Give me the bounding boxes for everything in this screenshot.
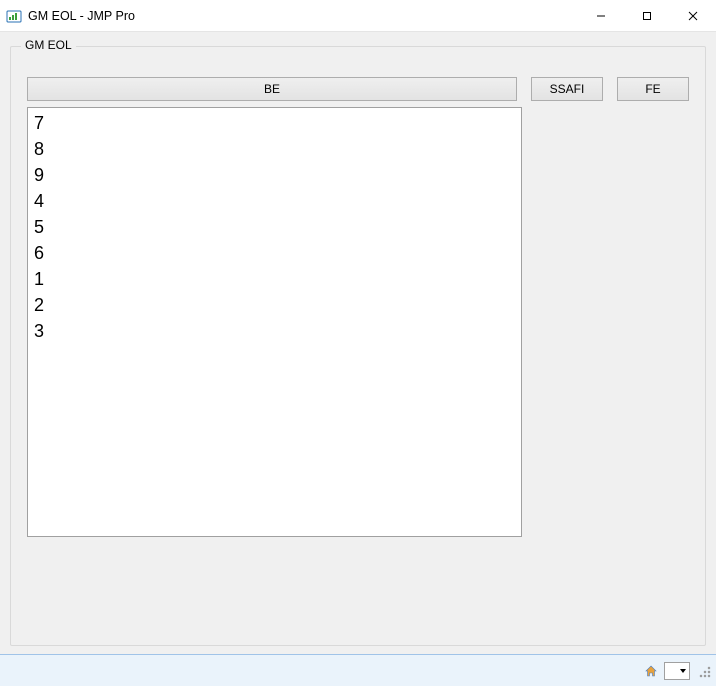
status-bar [0, 654, 716, 686]
list-item[interactable]: 5 [32, 214, 517, 240]
value-listbox[interactable]: 789456123 [27, 107, 522, 537]
list-item[interactable]: 8 [32, 136, 517, 162]
list-item[interactable]: 1 [32, 266, 517, 292]
home-icon[interactable] [642, 662, 660, 680]
client-area: GM EOL BE SSAFI FE 789456123 [0, 32, 716, 654]
minimize-button[interactable] [578, 0, 624, 31]
jmp-app-icon [6, 8, 22, 24]
title-bar: GM EOL - JMP Pro [0, 0, 716, 32]
list-item[interactable]: 6 [32, 240, 517, 266]
status-dropdown[interactable] [664, 662, 690, 680]
fe-button-label: FE [645, 82, 660, 96]
fe-button[interactable]: FE [617, 77, 689, 101]
list-item[interactable]: 4 [32, 188, 517, 214]
gm-eol-groupbox: GM EOL BE SSAFI FE 789456123 [10, 46, 706, 646]
list-item[interactable]: 3 [32, 318, 517, 344]
tab-button-row: BE SSAFI FE [27, 77, 689, 101]
window-title: GM EOL - JMP Pro [28, 9, 135, 23]
ssafi-button[interactable]: SSAFI [531, 77, 603, 101]
maximize-button[interactable] [624, 0, 670, 31]
ssafi-button-label: SSAFI [550, 82, 585, 96]
resize-grip[interactable] [696, 663, 712, 679]
list-item[interactable]: 2 [32, 292, 517, 318]
window-controls [578, 0, 716, 31]
be-button-label: BE [264, 82, 280, 96]
list-item[interactable]: 9 [32, 162, 517, 188]
be-button[interactable]: BE [27, 77, 517, 101]
groupbox-legend: GM EOL [21, 38, 76, 52]
close-button[interactable] [670, 0, 716, 31]
list-item[interactable]: 7 [32, 110, 517, 136]
